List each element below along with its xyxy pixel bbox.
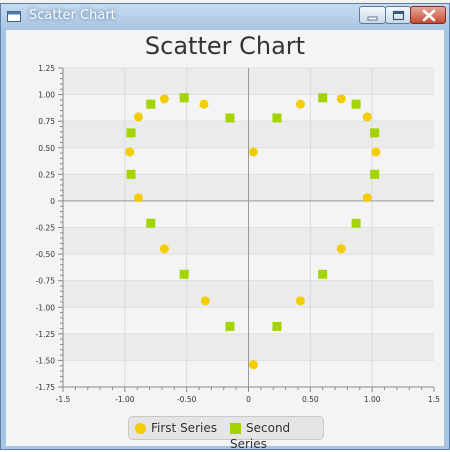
data-point-second-series (146, 99, 156, 109)
scatter-plot: 1.25 1.00 0.75 0.50 0.25 0 -0.25 -0.50 -0.75 -1.0… (36, 64, 441, 404)
data-point-first-series (295, 99, 305, 109)
y-tick-label: 0 (50, 197, 55, 206)
app-window-icon (7, 11, 21, 22)
data-point-first-series (248, 147, 258, 157)
data-point-second-series (351, 99, 361, 109)
x-tick-label: 1.5 (428, 395, 440, 404)
data-point-second-series (318, 269, 328, 279)
data-point-first-series (133, 112, 143, 122)
y-tick-label: 0.75 (38, 117, 55, 126)
app-window: Scatter Chart Scatter Chart 1.25 1.00 0.75 (0, 3, 450, 451)
maximize-icon (392, 10, 405, 21)
minimize-button[interactable] (359, 6, 386, 24)
data-point-first-series (362, 112, 372, 122)
legend-label-first-series: First Series (151, 421, 217, 435)
data-point-second-series (272, 321, 282, 331)
x-tick-label: 1.00 (364, 395, 381, 404)
legend-circle-icon (135, 423, 146, 434)
data-point-second-series (126, 128, 136, 138)
x-tick-label: 0 (246, 395, 251, 404)
data-point-second-series (225, 113, 235, 123)
window-title: Scatter Chart (29, 8, 116, 23)
y-tick-label: -0.75 (36, 277, 56, 286)
data-point-first-series (362, 193, 372, 203)
x-tick-label: 0.50 (302, 395, 319, 404)
data-point-first-series (248, 360, 258, 370)
data-point-first-series (200, 296, 210, 306)
y-tick-label: 0.25 (38, 170, 55, 179)
y-tick-label: -1.75 (36, 383, 56, 392)
data-point-second-series (370, 128, 380, 138)
data-point-second-series (272, 113, 282, 123)
data-point-second-series (370, 169, 380, 179)
minimize-icon (367, 16, 378, 21)
title-bar[interactable]: Scatter Chart (1, 4, 449, 30)
y-tick-label: -1.00 (36, 303, 56, 312)
data-point-second-series (318, 93, 328, 103)
data-point-second-series (126, 169, 136, 179)
data-point-first-series (159, 244, 169, 254)
maximize-button[interactable] (385, 6, 411, 24)
data-point-second-series (179, 93, 189, 103)
y-tick-label: 1.25 (38, 64, 55, 73)
data-point-first-series (295, 296, 305, 306)
data-point-first-series (371, 147, 381, 157)
data-point-second-series (351, 218, 361, 228)
x-tick-label: -1.00 (115, 395, 135, 404)
x-tick-label: -1.5 (56, 395, 71, 404)
data-point-first-series (125, 147, 135, 157)
data-point-first-series (336, 244, 346, 254)
data-point-first-series (159, 94, 169, 104)
legend-square-icon (230, 423, 241, 434)
data-point-second-series (179, 269, 189, 279)
data-point-second-series (225, 321, 235, 331)
close-button[interactable] (410, 6, 446, 24)
data-point-first-series (133, 193, 143, 203)
legend-item-first-series: First Series (135, 420, 217, 436)
legend-item-second-series: Second Series (230, 420, 323, 451)
y-tick-label: -0.50 (36, 250, 56, 259)
x-tick-label: -0.50 (177, 395, 197, 404)
close-icon (422, 9, 436, 22)
data-point-second-series (146, 218, 156, 228)
y-tick-label: -1.50 (36, 356, 56, 365)
legend: First Series Second Series (128, 416, 324, 451)
y-tick-label: 0.50 (38, 144, 55, 153)
data-point-first-series (336, 94, 346, 104)
y-tick-label: -0.25 (36, 224, 56, 233)
y-tick-label: -1.25 (36, 330, 56, 339)
y-tick-label: 1.00 (38, 91, 55, 100)
chart-panel: Scatter Chart 1.25 1.00 0.75 0.50 0.25 0 -0.25… (6, 30, 444, 451)
data-point-first-series (199, 99, 209, 109)
